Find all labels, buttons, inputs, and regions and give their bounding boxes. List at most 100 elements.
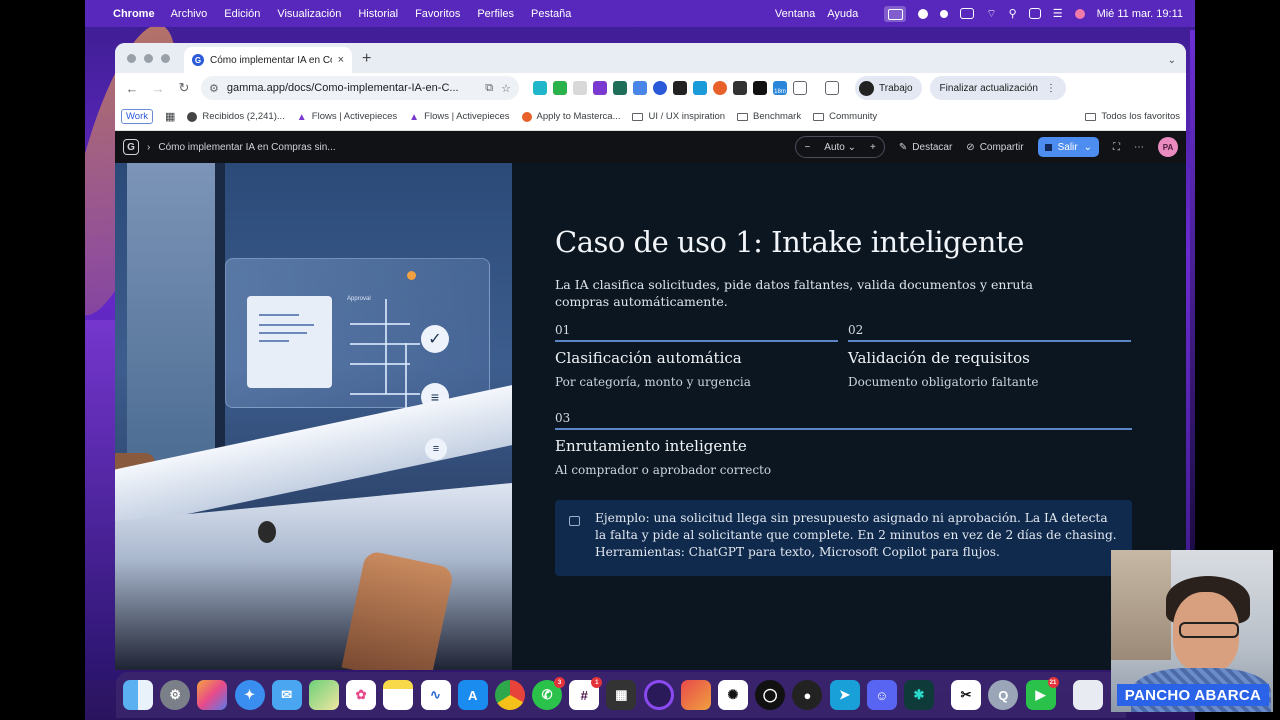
downloads-folder-icon[interactable] (1072, 680, 1103, 710)
extension-orange-icon[interactable] (713, 81, 727, 95)
gamma-logo-icon[interactable]: G (123, 139, 139, 155)
menu-pestana[interactable]: Pestaña (531, 8, 571, 20)
url-text[interactable]: gamma.app/docs/Como-implementar-IA-en-C.… (227, 82, 477, 94)
menu-archivo[interactable]: Archivo (171, 8, 208, 20)
side-panel-icon[interactable] (825, 81, 839, 95)
share-button[interactable]: ⊘ Compartir (966, 142, 1023, 153)
fullscreen-icon[interactable]: ⛶ (1113, 142, 1120, 153)
extension-timer-icon[interactable]: 18m (773, 81, 787, 95)
install-app-icon[interactable]: ⧉ (485, 82, 493, 95)
discord-icon[interactable]: ☺ (866, 680, 897, 710)
control-icon[interactable]: ⚲ (1009, 7, 1017, 20)
tab-gamma[interactable]: G Cómo implementar IA en Com × (184, 47, 352, 73)
chevron-down-icon[interactable]: ⌄ (1084, 142, 1092, 153)
extensions-puzzle-icon[interactable] (793, 81, 807, 95)
notes-icon[interactable] (383, 680, 414, 710)
close-tab-icon[interactable]: × (338, 54, 344, 66)
zoom-window-button[interactable] (161, 53, 170, 63)
arc-icon[interactable] (643, 680, 674, 710)
extension-n-icon[interactable] (753, 81, 767, 95)
ai-app-icon[interactable] (680, 680, 711, 710)
battery-icon[interactable] (960, 8, 975, 19)
freeform-icon[interactable]: ∿ (420, 680, 451, 710)
forward-arrow-icon[interactable]: → (149, 81, 167, 96)
wifi-icon[interactable]: ⌔ (986, 7, 996, 21)
extension-play-icon[interactable] (693, 81, 707, 95)
menu-edicion[interactable]: Edición (224, 8, 260, 20)
calculator-icon[interactable]: ▦ (606, 680, 637, 710)
screen-share-icon[interactable] (884, 5, 907, 22)
bookmark-mastercard[interactable]: Apply to Masterca... (521, 111, 620, 122)
quicktime-icon[interactable]: Q (988, 680, 1019, 710)
zoom-in-button[interactable]: + (870, 142, 876, 153)
extension-chatgpt-icon[interactable] (613, 81, 627, 95)
site-settings-icon[interactable]: ⚙ (209, 82, 219, 95)
bookmark-uiux[interactable]: UI / UX inspiration (632, 111, 725, 122)
menu-ventana[interactable]: Ventana (775, 8, 815, 20)
launchpad-icon[interactable] (197, 680, 228, 710)
facetime-icon[interactable]: ▶ 21 (1025, 677, 1059, 710)
new-tab-button[interactable]: + (362, 50, 371, 68)
menu-favoritos[interactable]: Favoritos (415, 8, 460, 20)
extension-t-icon[interactable] (573, 81, 587, 95)
finder-icon[interactable] (123, 680, 153, 710)
bookmark-activepieces-2[interactable]: ▲ Flows | Activepieces (409, 111, 509, 123)
extension-v-icon[interactable] (533, 81, 547, 95)
loop-icon[interactable]: ◯ (755, 680, 786, 710)
back-arrow-icon[interactable]: ← (123, 81, 141, 96)
zoom-out-button[interactable]: − (804, 142, 810, 153)
menu-ayuda[interactable]: Ayuda (827, 8, 858, 20)
extension-purple-icon[interactable] (593, 81, 607, 95)
extension-openai-icon[interactable] (733, 81, 747, 95)
kebab-menu-icon[interactable]: ⋮ (1046, 83, 1056, 94)
capcut-icon[interactable]: ✂ (951, 680, 982, 710)
breadcrumb[interactable]: Cómo implementar IA en Compras sin... (158, 142, 335, 153)
app-store-icon[interactable]: A (457, 680, 488, 710)
bookmark-activepieces-1[interactable]: ▲ Flows | Activepieces (297, 111, 397, 123)
extension-translate-icon[interactable] (633, 81, 647, 95)
display-icon[interactable] (1028, 8, 1041, 19)
zoom-select[interactable]: Auto ⌄ (824, 142, 856, 153)
raycast-icon[interactable]: ➤ (829, 680, 860, 710)
menu-historial[interactable]: Historial (358, 8, 398, 20)
photos-icon[interactable]: ✿ (346, 680, 377, 710)
bookmark-star-icon[interactable]: ☆ (501, 82, 511, 95)
chatgpt-icon[interactable]: ✺ (718, 680, 748, 710)
slack-icon[interactable]: #1 (569, 677, 603, 710)
reload-icon[interactable]: ↻ (175, 80, 193, 96)
extension-blue-circle-icon[interactable] (653, 81, 667, 95)
control-center-icon[interactable]: ☰ (1053, 7, 1063, 20)
menubar-app-name[interactable]: Chrome (113, 8, 155, 20)
exit-present-button[interactable]: Salir ⌄ (1037, 137, 1099, 157)
address-bar[interactable]: ⚙ gamma.app/docs/Como-implementar-IA-en-… (201, 76, 519, 100)
chrome-icon[interactable] (494, 680, 525, 710)
obs-icon[interactable]: ● (792, 680, 823, 710)
perplexity-icon[interactable]: ✱ (903, 680, 934, 710)
menu-visualizacion[interactable]: Visualización (277, 8, 341, 20)
bookmark-benchmark[interactable]: Benchmark (737, 111, 801, 122)
more-options-icon[interactable]: ⋯ (1134, 142, 1144, 153)
apps-grid-icon[interactable]: ▦ (165, 110, 175, 123)
mail-icon[interactable]: ✉ (271, 680, 302, 710)
menubar-datetime[interactable]: Mié 11 mar. 19:11 (1097, 8, 1183, 20)
bookmark-work[interactable]: Work (121, 109, 153, 124)
close-window-button[interactable] (127, 53, 136, 63)
tab-search-chevron-icon[interactable]: ⌄ (1168, 55, 1176, 66)
bookmark-gmail[interactable]: Recibidos (2,241)... (187, 111, 285, 122)
extension-dark-icon[interactable] (673, 81, 687, 95)
extension-green-icon[interactable] (553, 81, 567, 95)
minimize-window-button[interactable] (144, 53, 153, 63)
bookmark-community[interactable]: Community (813, 111, 877, 122)
profile-chip[interactable]: Trabajo (855, 76, 922, 100)
whatsapp-icon[interactable]: ✆ 3 (532, 677, 566, 710)
menu-perfiles[interactable]: Perfiles (477, 8, 514, 20)
settings-icon[interactable]: ⚙ (160, 680, 191, 710)
safari-icon[interactable]: ✦ (234, 680, 265, 710)
siri-icon[interactable] (1074, 8, 1085, 19)
user-avatar[interactable]: PA (1158, 137, 1178, 157)
maps-icon[interactable] (308, 680, 339, 710)
update-button[interactable]: Finalizar actualización ⋮ (929, 76, 1066, 100)
user-icon[interactable] (940, 9, 949, 18)
highlight-button[interactable]: ✎ Destacar (899, 142, 952, 153)
record-icon[interactable] (918, 8, 929, 19)
